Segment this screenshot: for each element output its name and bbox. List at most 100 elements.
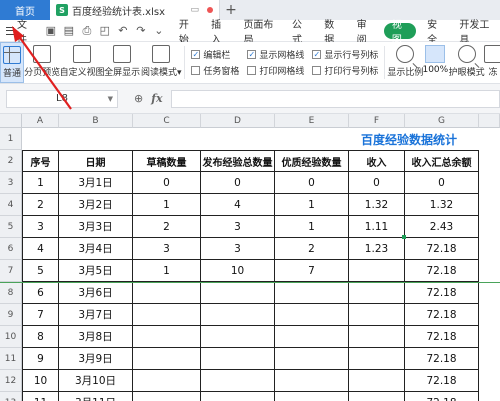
open-icon[interactable]: ▤ — [63, 24, 75, 37]
table-cell[interactable] — [133, 304, 201, 326]
tab-security[interactable]: 安全 — [419, 20, 451, 46]
row-header-2[interactable]: 2 — [0, 150, 22, 172]
tab-insert[interactable]: 插入 — [203, 20, 235, 46]
table-cell[interactable]: 0 — [405, 172, 479, 194]
table-cell[interactable]: 3月11日 — [59, 392, 133, 401]
table-cell[interactable]: 10 — [22, 370, 59, 392]
show-gridlines-checkbox[interactable]: ✓ 显示网格线 — [247, 48, 304, 61]
zoom-100-button[interactable]: 100% — [422, 42, 448, 83]
table-cell[interactable]: 72.18 — [405, 392, 479, 401]
table-cell[interactable]: 72.18 — [405, 282, 479, 304]
zoom-button[interactable]: 显示比例 — [387, 42, 423, 83]
row-header-8[interactable]: 8 — [0, 282, 22, 304]
table-cell[interactable]: 1 — [275, 194, 349, 216]
column-header-d[interactable]: D — [201, 114, 275, 128]
undo-icon[interactable]: ↶ — [117, 24, 129, 37]
row-header-4[interactable]: 4 — [0, 194, 22, 216]
fill-handle[interactable] — [402, 235, 406, 239]
table-cell[interactable] — [349, 326, 405, 348]
row-header-9[interactable]: 9 — [0, 304, 22, 326]
formula-bar-checkbox[interactable]: ✓ 编辑栏 — [191, 48, 239, 61]
table-cell[interactable]: 4 — [22, 238, 59, 260]
table-cell[interactable]: 10 — [201, 260, 275, 282]
select-all-corner[interactable] — [0, 114, 22, 128]
row-header-12[interactable]: 12 — [0, 370, 22, 392]
table-cell[interactable]: 1.23 — [349, 238, 405, 260]
tab-formulas[interactable]: 公式 — [284, 20, 316, 46]
print-gridlines-checkbox[interactable]: 打印网格线 — [247, 64, 304, 77]
formula-input[interactable] — [170, 89, 500, 108]
name-box[interactable]: L8 ▼ — [6, 89, 118, 108]
redo-icon[interactable]: ↷ — [135, 24, 147, 37]
table-cell[interactable]: 0 — [349, 172, 405, 194]
table-cell[interactable]: 1 — [22, 172, 59, 194]
table-cell[interactable]: 0 — [275, 172, 349, 194]
table-cell[interactable]: 4 — [201, 194, 275, 216]
row-header-13[interactable]: 13 — [0, 392, 22, 401]
tab-data[interactable]: 数据 — [316, 20, 348, 46]
table-cell[interactable] — [201, 392, 275, 401]
column-header-g[interactable]: G — [405, 114, 479, 128]
table-header-cell[interactable]: 收入 — [349, 150, 405, 172]
table-cell[interactable]: 3月3日 — [59, 216, 133, 238]
table-cell[interactable]: 3月10日 — [59, 370, 133, 392]
column-header-e[interactable]: E — [275, 114, 349, 128]
dropdown-icon[interactable]: ⌄ — [153, 24, 165, 37]
table-cell[interactable]: 0 — [201, 172, 275, 194]
row-header-6[interactable]: 6 — [0, 238, 22, 260]
table-header-cell[interactable]: 优质经验数量 — [275, 150, 349, 172]
table-cell[interactable]: 3 — [201, 238, 275, 260]
table-cell[interactable]: 1.32 — [405, 194, 479, 216]
tab-page-layout[interactable]: 页面布局 — [235, 20, 284, 46]
row-header-11[interactable]: 11 — [0, 348, 22, 370]
table-cell[interactable] — [133, 370, 201, 392]
table-cell[interactable]: 2.43 — [405, 216, 479, 238]
table-cell[interactable]: 1 — [133, 260, 201, 282]
table-cell[interactable]: 3 — [201, 216, 275, 238]
table-cell[interactable]: 72.18 — [405, 238, 479, 260]
tab-view[interactable]: 视图 — [383, 20, 417, 46]
reading-mode-button[interactable]: 阅读模式▾ — [140, 42, 182, 83]
table-cell[interactable]: 5 — [22, 260, 59, 282]
freeze-panes-button[interactable]: 冻 — [484, 42, 500, 83]
table-cell[interactable]: 9 — [22, 348, 59, 370]
table-cell[interactable] — [275, 348, 349, 370]
zoom-formula-icon[interactable]: ⊕ — [134, 92, 143, 105]
table-cell[interactable]: 8 — [22, 326, 59, 348]
normal-view-button[interactable]: 普通 — [0, 42, 25, 83]
column-header-b[interactable]: B — [59, 114, 133, 128]
row-header-7[interactable]: 7 — [0, 260, 22, 282]
eye-mode-button[interactable]: 护眼模式 — [447, 42, 486, 83]
tab-review[interactable]: 审阅 — [349, 20, 381, 46]
table-cell[interactable] — [349, 282, 405, 304]
table-cell[interactable]: 0 — [133, 172, 201, 194]
chevron-down-icon[interactable]: ▼ — [108, 95, 113, 103]
table-cell[interactable]: 72.18 — [405, 370, 479, 392]
save-icon[interactable]: ▣ — [45, 24, 57, 37]
table-header-cell[interactable]: 收入汇总余额 — [405, 150, 479, 172]
table-cell[interactable]: 3月2日 — [59, 194, 133, 216]
table-cell[interactable] — [133, 282, 201, 304]
table-cell[interactable] — [201, 282, 275, 304]
table-header-cell[interactable]: 日期 — [59, 150, 133, 172]
table-cell[interactable]: 72.18 — [405, 260, 479, 282]
table-header-cell[interactable]: 发布经验总数量 — [201, 150, 275, 172]
table-cell[interactable] — [349, 370, 405, 392]
row-header-3[interactable]: 3 — [0, 172, 22, 194]
table-cell[interactable] — [201, 326, 275, 348]
table-cell[interactable] — [275, 370, 349, 392]
column-header-c[interactable]: C — [133, 114, 201, 128]
tab-start[interactable]: 开始 — [171, 20, 203, 46]
fx-icon[interactable]: fx — [151, 92, 162, 105]
print-icon[interactable]: ⎙ — [81, 24, 93, 38]
column-header-a[interactable]: A — [22, 114, 59, 128]
table-cell[interactable] — [275, 304, 349, 326]
table-cell[interactable]: 7 — [275, 260, 349, 282]
print-headings-checkbox[interactable]: 打印行号列标 — [312, 64, 378, 77]
table-cell[interactable] — [275, 282, 349, 304]
table-cell[interactable] — [201, 348, 275, 370]
table-cell[interactable]: 2 — [22, 194, 59, 216]
table-cell[interactable] — [349, 392, 405, 401]
table-cell[interactable]: 3月4日 — [59, 238, 133, 260]
fullscreen-button[interactable]: 全屏显示 — [104, 42, 140, 83]
